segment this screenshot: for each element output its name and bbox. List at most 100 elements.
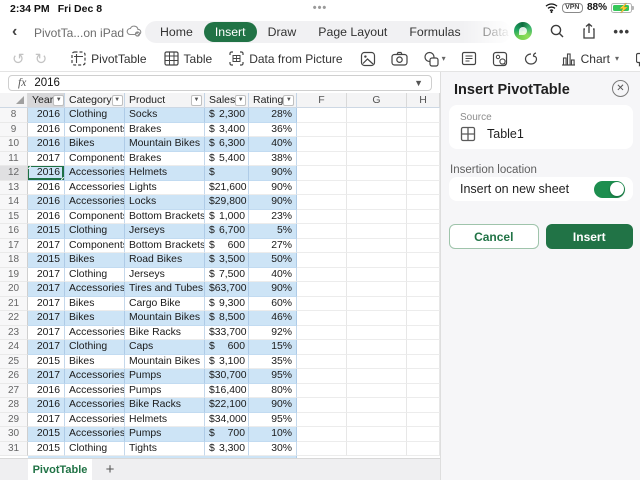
cell-empty-f[interactable] [297, 325, 347, 340]
cell-empty-h[interactable] [407, 427, 440, 442]
cell-product[interactable]: Mountain Bikes [125, 137, 205, 152]
cell-year[interactable]: 2016 [28, 195, 65, 210]
cell-empty-f[interactable] [297, 383, 347, 398]
add-sheet-button[interactable]: + [92, 459, 128, 480]
cell-year[interactable]: 2017 [28, 340, 65, 355]
cell-rating[interactable]: 10% [249, 427, 297, 442]
cell-empty-h[interactable] [407, 340, 440, 355]
cell-rating[interactable]: 90% [249, 195, 297, 210]
cell-empty-h[interactable] [407, 441, 440, 456]
row-number[interactable]: 8 [0, 108, 28, 123]
cell-empty-f[interactable] [297, 267, 347, 282]
cell-sales[interactable]: $29,800 [205, 195, 249, 210]
cell-sales[interactable]: $21,600 [205, 180, 249, 195]
formula-expand-chevron-icon[interactable]: ▼ [414, 78, 423, 88]
tab-home[interactable]: Home [149, 22, 204, 42]
cell-rating[interactable]: 15% [249, 340, 297, 355]
column-header-category[interactable]: Category ▼ [65, 93, 125, 107]
cell-empty-g[interactable] [347, 137, 407, 152]
close-icon[interactable]: ✕ [612, 80, 629, 97]
redo-icon[interactable]: ↻ [35, 50, 48, 68]
row-number[interactable]: 31 [0, 441, 28, 456]
more-options-icon[interactable]: ••• [613, 24, 630, 39]
cell-sales[interactable]: $33,700 [205, 325, 249, 340]
cell-empty-h[interactable] [407, 122, 440, 137]
selection-handle[interactable] [28, 166, 31, 169]
cell-empty-h[interactable] [407, 151, 440, 166]
cell-empty-h[interactable] [407, 195, 440, 210]
cell-rating[interactable]: 90% [249, 398, 297, 413]
cell-rating[interactable]: 27% [249, 238, 297, 253]
data-from-picture-button[interactable]: Data from Picture [229, 51, 343, 66]
cell-category[interactable]: Bikes [65, 311, 125, 326]
cell-product[interactable]: Pumps [125, 427, 205, 442]
cell-empty-g[interactable] [347, 383, 407, 398]
cell-empty-g[interactable] [347, 282, 407, 297]
sheet-tab-pivottable[interactable]: PivotTable [28, 459, 92, 480]
cell-year[interactable]: 2016 [28, 398, 65, 413]
cell-empty-g[interactable] [347, 311, 407, 326]
row-number[interactable]: 10 [0, 137, 28, 152]
cell-category[interactable]: Accessories [65, 325, 125, 340]
cell-empty-g[interactable] [347, 340, 407, 355]
column-header-h[interactable]: H [407, 93, 440, 107]
cell-category[interactable]: Bikes [65, 137, 125, 152]
cell-category[interactable]: Accessories [65, 427, 125, 442]
cell-product[interactable]: Jerseys [125, 224, 205, 239]
cell-sales[interactable]: $3,100 [205, 354, 249, 369]
cell-year[interactable]: 2017 [28, 325, 65, 340]
cell-empty-f[interactable] [297, 195, 347, 210]
tab-insert[interactable]: Insert [203, 22, 257, 42]
cell-rating[interactable]: 35% [249, 354, 297, 369]
cell-rating[interactable]: 23% [249, 209, 297, 224]
cell-year[interactable]: 2017 [28, 151, 65, 166]
cell-sales[interactable]: $700 [205, 427, 249, 442]
cell-empty-h[interactable] [407, 398, 440, 413]
cell-empty-h[interactable] [407, 296, 440, 311]
cell-category[interactable]: Accessories [65, 166, 125, 181]
cell-empty-g[interactable] [347, 195, 407, 210]
cell-rating[interactable]: 40% [249, 137, 297, 152]
cell-rating[interactable]: 80% [249, 383, 297, 398]
cell-empty-h[interactable] [407, 238, 440, 253]
cell-product[interactable]: Pumps [125, 383, 205, 398]
row-number[interactable]: 20 [0, 282, 28, 297]
row-number[interactable]: 24 [0, 340, 28, 355]
cell-empty-g[interactable] [347, 108, 407, 123]
cell-category[interactable]: Bikes [65, 253, 125, 268]
cell-category[interactable]: Clothing [65, 108, 125, 123]
cell-year[interactable]: 2017 [28, 282, 65, 297]
cell-sales[interactable]: $63,700 [205, 282, 249, 297]
filter-dropdown-icon[interactable]: ▼ [191, 94, 202, 106]
cell-category[interactable]: Components [65, 238, 125, 253]
row-number[interactable]: 14 [0, 195, 28, 210]
cell-product[interactable]: Pumps [125, 369, 205, 384]
cell-year[interactable]: 2016 [28, 166, 65, 181]
cell-sales[interactable]: $6,700 [205, 224, 249, 239]
cell-rating[interactable]: 36% [249, 122, 297, 137]
cell-empty-h[interactable] [407, 412, 440, 427]
tab-page-layout[interactable]: Page Layout [307, 22, 398, 42]
cell-year[interactable]: 2016 [28, 108, 65, 123]
cell-product[interactable]: Locks [125, 195, 205, 210]
column-header-sales[interactable]: Sales ▼ [205, 93, 249, 107]
cell-empty-g[interactable] [347, 441, 407, 456]
cell-empty-f[interactable] [297, 369, 347, 384]
cell-rating[interactable]: 90% [249, 282, 297, 297]
cell-empty-f[interactable] [297, 151, 347, 166]
cell-rating[interactable]: 90% [249, 180, 297, 195]
cell-empty-g[interactable] [347, 398, 407, 413]
insert-on-new-sheet-toggle[interactable] [594, 180, 625, 198]
cell-empty-g[interactable] [347, 180, 407, 195]
cell-product[interactable]: Mountain Bikes [125, 311, 205, 326]
table-button[interactable]: Table [163, 51, 212, 66]
cell-category[interactable]: Bikes [65, 354, 125, 369]
cell-year[interactable]: 2016 [28, 122, 65, 137]
cancel-button[interactable]: Cancel [449, 224, 539, 249]
selection-handle[interactable] [61, 176, 64, 180]
cell-rating[interactable]: 50% [249, 253, 297, 268]
cell-year[interactable]: 2017 [28, 238, 65, 253]
cell-empty-f[interactable] [297, 441, 347, 456]
cell-year[interactable]: 2016 [28, 180, 65, 195]
cell-sales[interactable]: $ [205, 166, 249, 181]
